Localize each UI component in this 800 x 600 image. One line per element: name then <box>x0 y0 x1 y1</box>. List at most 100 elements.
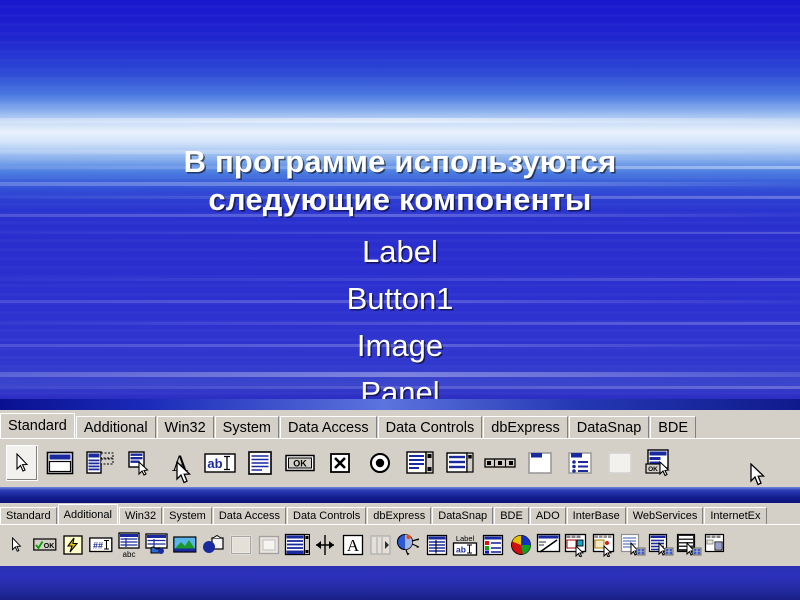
tool-statictext[interactable]: A <box>339 530 366 560</box>
list-item: Button1 <box>346 281 454 316</box>
tool-popupmenu[interactable] <box>122 444 158 482</box>
tool-bevel[interactable] <box>227 530 254 560</box>
tool-stringgrid[interactable]: abc <box>115 530 142 560</box>
tab-dbexpress[interactable]: dbExpress <box>483 416 568 438</box>
tool-controlbar[interactable] <box>367 530 394 560</box>
tab-standard[interactable]: Standard <box>0 413 75 438</box>
xpcolormap-icon <box>648 533 673 556</box>
tab-additional[interactable]: Additional <box>75 416 156 438</box>
tool-radiogroup[interactable] <box>562 444 598 482</box>
tab-label: InterBase <box>572 510 620 522</box>
svg-text:A: A <box>172 451 189 475</box>
tool-edit[interactable]: ab <box>202 444 238 482</box>
tool-image[interactable] <box>171 530 198 560</box>
component-palette-additional: Standard Additional Win32 System Data Ac… <box>0 503 800 566</box>
tab-win32[interactable]: Win32 <box>156 416 214 438</box>
radiogroup-icon <box>568 451 592 474</box>
tab-data-access[interactable]: Data Access <box>212 507 286 524</box>
tool-chart[interactable] <box>507 530 534 560</box>
bevel-icon <box>230 535 251 555</box>
tab-data-access[interactable]: Data Access <box>280 416 377 438</box>
tab-system[interactable]: System <box>163 507 212 524</box>
svg-text:OK: OK <box>648 466 658 473</box>
tool-valuelisteditor[interactable] <box>423 530 450 560</box>
tab-label: Additional <box>83 419 148 436</box>
memo-lines-icon <box>248 450 272 475</box>
svg-text:abc: abc <box>122 550 135 558</box>
tab-standard[interactable]: Standard <box>0 507 57 524</box>
tab-ado[interactable]: ADO <box>529 507 566 524</box>
tab-data-controls[interactable]: Data Controls <box>287 507 367 524</box>
tool-labelededit[interactable]: Label ab <box>451 530 478 560</box>
tool-checkbox[interactable] <box>322 444 358 482</box>
palette-tabstrip-additional: Standard Additional Win32 System Data Ac… <box>0 503 800 524</box>
tool-speedbutton[interactable] <box>59 530 86 560</box>
tool-pointer-arrow[interactable] <box>6 444 38 481</box>
listbox-icon <box>406 450 434 474</box>
tool-maskedit[interactable]: ## <box>87 530 114 560</box>
tool-memo[interactable] <box>242 444 278 482</box>
tool-checklistbox[interactable] <box>283 530 310 560</box>
labelededit-icon: Label ab <box>452 534 477 556</box>
tab-bde[interactable]: BDE <box>494 507 529 524</box>
delphi-titlebar-bottom <box>0 566 800 600</box>
tool-colorbox[interactable] <box>479 530 506 560</box>
combobox-icon <box>446 451 474 473</box>
tool-xpcolormap[interactable] <box>647 530 674 560</box>
tool-radiobutton[interactable] <box>362 444 398 482</box>
tool-applicationevents[interactable] <box>395 530 422 560</box>
tool-pointer-arrow[interactable] <box>3 530 30 560</box>
tab-label: BDE <box>500 510 523 522</box>
tool-shape[interactable] <box>199 530 226 560</box>
tool-actiontoolbar[interactable] <box>591 530 618 560</box>
tool-panel[interactable] <box>602 444 638 482</box>
chart-pie-icon <box>510 535 531 555</box>
staticText-A-icon: A <box>342 534 363 556</box>
applicationevents-icon <box>396 533 419 556</box>
tool-drawgrid[interactable] <box>143 530 170 560</box>
tool-frames[interactable] <box>42 444 78 482</box>
tab-data-controls[interactable]: Data Controls <box>377 416 483 438</box>
edit-abI-icon: ab <box>204 452 236 473</box>
tool-customizedlg[interactable] <box>619 530 646 560</box>
tab-datasnap[interactable]: DataSnap <box>568 416 650 438</box>
tab-label: Data Access <box>218 510 280 522</box>
tool-scrollbox[interactable] <box>255 530 282 560</box>
tab-internetexpress[interactable]: InternetEx <box>704 507 767 524</box>
pointer-arrow-icon <box>16 452 29 472</box>
standardcolormap-icon <box>676 533 701 556</box>
tool-actionlist[interactable]: OK <box>642 444 678 482</box>
tool-twilightcolormap[interactable] <box>703 530 730 560</box>
tab-label: System <box>169 510 206 522</box>
actionlist-icon: OK <box>645 448 670 476</box>
svg-text:OK: OK <box>43 543 54 550</box>
tool-mainmenu[interactable] <box>82 444 118 482</box>
tab-interbase[interactable]: InterBase <box>566 507 626 524</box>
tool-scrollbar[interactable] <box>482 444 518 482</box>
tool-bitbtn[interactable]: OK <box>31 530 58 560</box>
tool-listbox[interactable] <box>402 444 438 482</box>
component-palette-standard: Standard Additional Win32 System Data Ac… <box>0 410 800 487</box>
scrollbar-icon <box>484 457 516 468</box>
tool-button[interactable]: OK <box>282 444 318 482</box>
tab-label: Win32 <box>164 419 206 436</box>
tab-dbexpress[interactable]: dbExpress <box>367 507 432 524</box>
delphi-titlebar-mid <box>0 487 800 503</box>
tab-webservices[interactable]: WebServices <box>626 507 704 524</box>
tool-actionmainmenubar[interactable] <box>563 530 590 560</box>
svg-text:Label: Label <box>455 534 474 543</box>
tab-bde[interactable]: BDE <box>650 416 697 438</box>
page-title-line-2: следующие компоненты <box>208 181 592 217</box>
customizedlg-icon <box>620 533 645 556</box>
tab-system[interactable]: System <box>214 416 279 438</box>
tab-datasnap[interactable]: DataSnap <box>432 507 494 524</box>
tool-groupbox[interactable] <box>522 444 558 482</box>
tool-standardcolormap[interactable] <box>675 530 702 560</box>
tool-combobox[interactable] <box>442 444 478 482</box>
tool-actionmanager[interactable] <box>535 530 562 560</box>
svg-text:##: ## <box>92 541 102 551</box>
tab-additional[interactable]: Additional <box>57 504 118 524</box>
tool-label[interactable]: A <box>162 444 198 482</box>
tool-splitter[interactable] <box>311 530 338 560</box>
tab-win32[interactable]: Win32 <box>118 507 163 524</box>
